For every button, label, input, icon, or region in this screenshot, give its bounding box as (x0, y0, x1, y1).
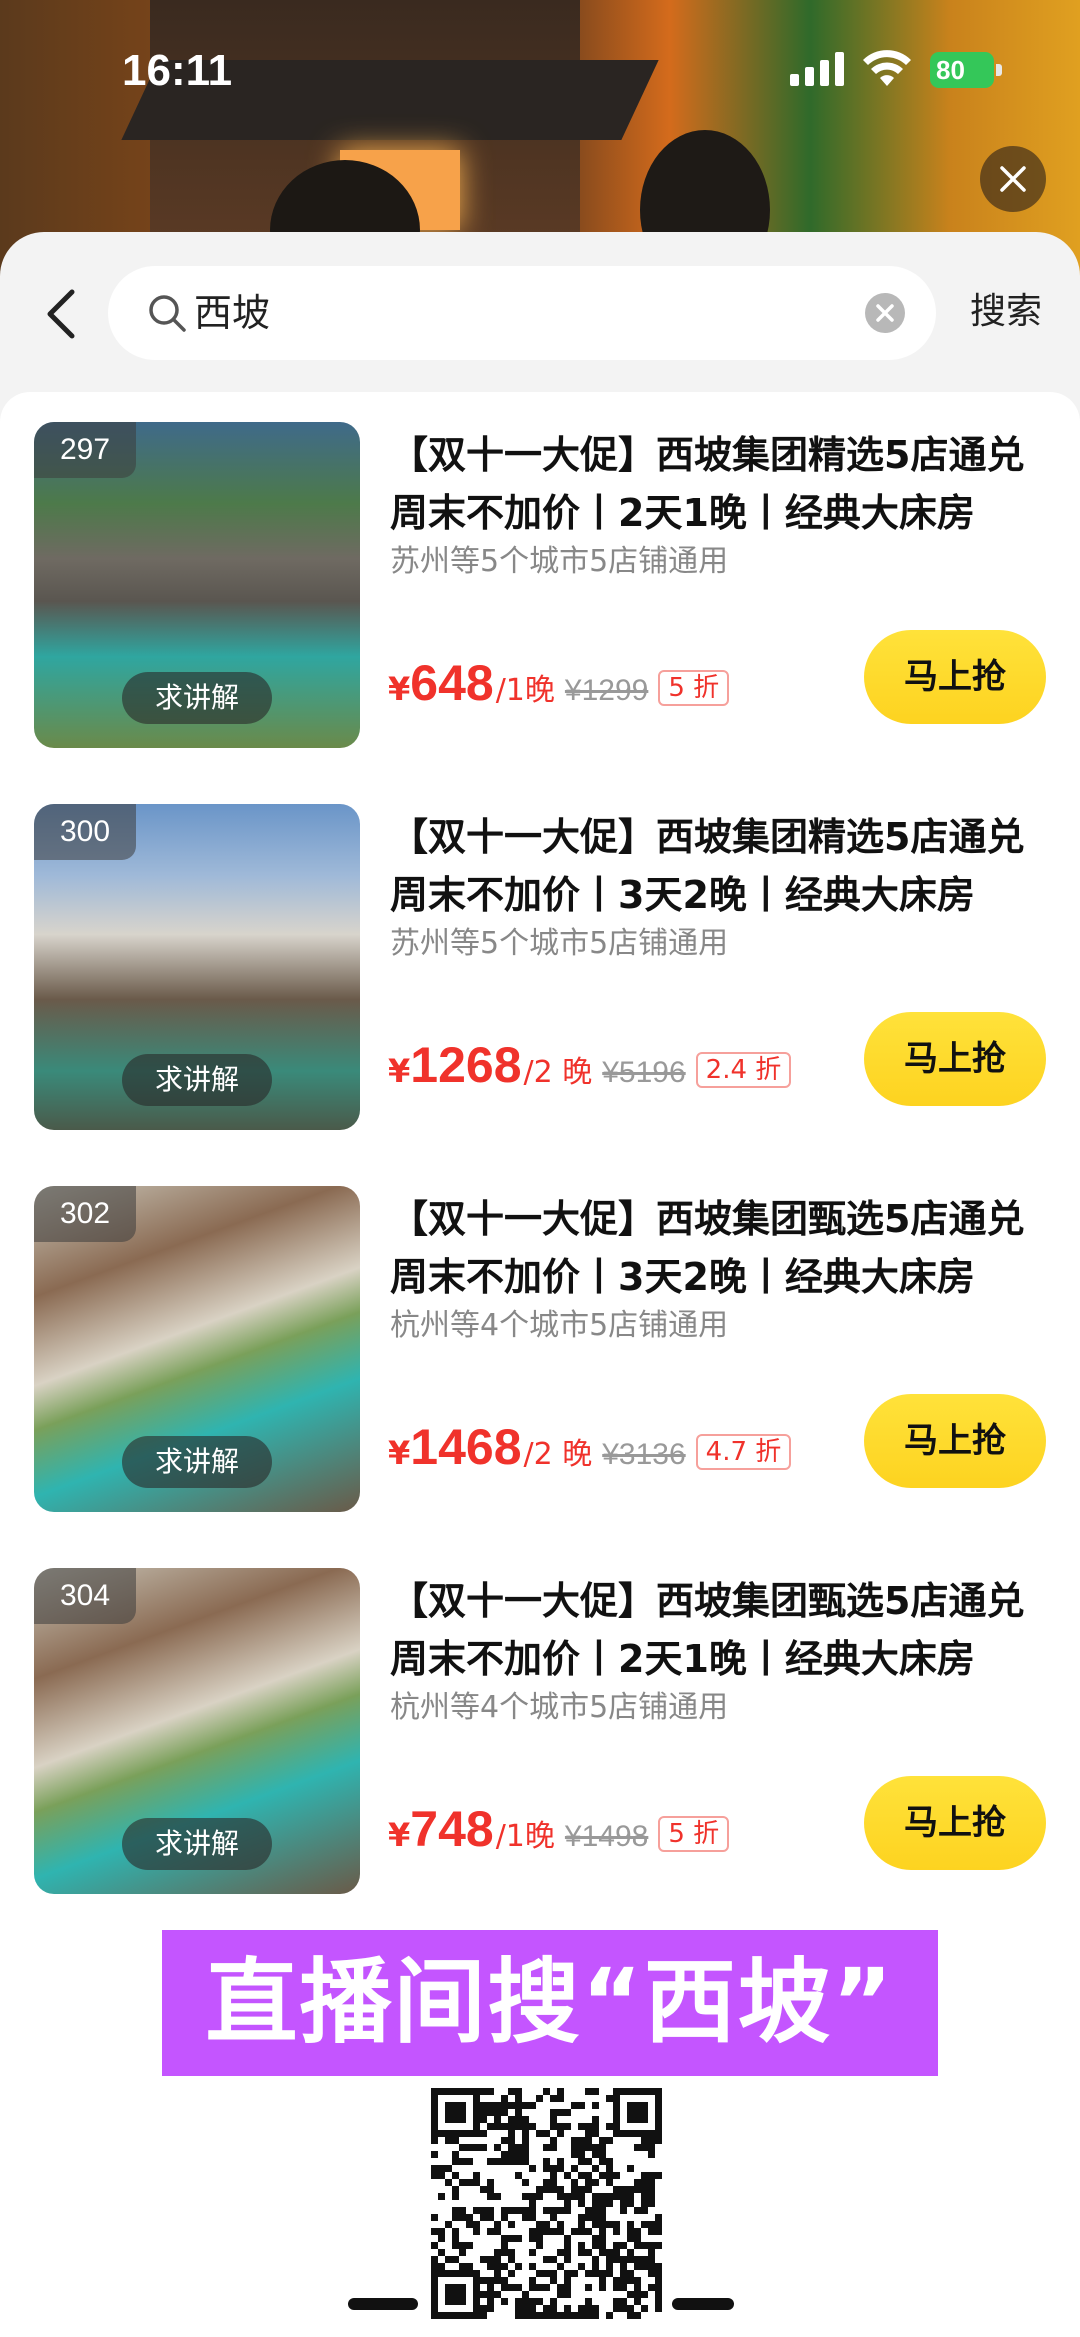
search-bar: 西坡 搜索 (0, 232, 1080, 392)
original-price: ¥3136 (602, 1438, 686, 1471)
promo-banner: 直播间搜“西坡” (162, 1930, 938, 2076)
wifi-icon (863, 50, 911, 86)
original-price: ¥5196 (602, 1056, 686, 1089)
product-thumbnail[interactable]: 300 求讲解 (34, 804, 360, 1130)
signal-icon (790, 52, 844, 86)
product-number-badge: 300 (34, 804, 136, 860)
home-indicator (348, 2298, 418, 2310)
product-item[interactable]: 304 求讲解 【双十一大促】西坡集团甄选5店通兑周末不加价丨2天1晚丨经典大床… (0, 1538, 1080, 1894)
status-time: 16:11 (122, 46, 233, 95)
qr-code (428, 2086, 666, 2322)
buy-now-button[interactable]: 马上抢 (864, 1394, 1046, 1488)
product-number-badge: 302 (34, 1186, 136, 1242)
status-bar: 16:11 80 (0, 0, 1080, 140)
product-number-badge: 304 (34, 1568, 136, 1624)
price: 748 (410, 1801, 494, 1857)
product-item[interactable]: 302 求讲解 【双十一大促】西坡集团甄选5店通兑周末不加价丨3天2晚丨经典大床… (0, 1156, 1080, 1512)
discount-badge: 4.7 折 (695, 1434, 792, 1470)
discount-badge: 2.4 折 (695, 1052, 792, 1088)
product-title[interactable]: 【双十一大促】西坡集团甄选5店通兑周末不加价丨2天1晚丨经典大床房 (390, 1572, 1050, 1688)
original-price: ¥1498 (564, 1820, 649, 1853)
request-explain-button[interactable]: 求讲解 (122, 1818, 272, 1870)
product-title[interactable]: 【双十一大促】西坡集团甄选5店通兑周末不加价丨3天2晚丨经典大床房 (390, 1190, 1050, 1306)
price: 1468 (410, 1419, 522, 1475)
clear-icon[interactable] (864, 292, 906, 334)
search-input[interactable]: 西坡 (108, 266, 936, 360)
product-number-badge: 297 (34, 422, 136, 478)
search-button[interactable]: 搜索 (970, 288, 1042, 336)
discount-badge: 5 折 (658, 670, 730, 706)
product-title[interactable]: 【双十一大促】西坡集团精选5店通兑周末不加价丨3天2晚丨经典大床房 (390, 808, 1050, 924)
price-row: ¥748/1晚 ¥1498 5 折 (388, 1800, 730, 1860)
price: 648 (410, 655, 494, 711)
product-subtitle: 杭州等4个城市5店铺通用 (390, 1690, 729, 1725)
price-row: ¥648/1晚 ¥1299 5 折 (388, 654, 730, 714)
qr-code-image (431, 2088, 662, 2319)
buy-now-button[interactable]: 马上抢 (864, 630, 1046, 724)
product-item[interactable]: 297 求讲解 【双十一大促】西坡集团精选5店通兑周末不加价丨2天1晚丨经典大床… (0, 392, 1080, 748)
home-indicator (672, 2298, 734, 2310)
product-subtitle: 杭州等4个城市5店铺通用 (390, 1308, 729, 1343)
buy-now-button[interactable]: 马上抢 (864, 1776, 1046, 1870)
battery-icon: 80 (930, 52, 1002, 88)
search-query: 西坡 (194, 291, 271, 335)
price: 1268 (410, 1037, 522, 1093)
product-thumbnail[interactable]: 302 求讲解 (34, 1186, 360, 1512)
price-row: ¥1468/2 晚 ¥3136 4.7 折 (388, 1418, 792, 1478)
buy-now-button[interactable]: 马上抢 (864, 1012, 1046, 1106)
request-explain-button[interactable]: 求讲解 (122, 1054, 272, 1106)
close-button[interactable] (980, 146, 1046, 212)
product-thumbnail[interactable]: 297 求讲解 (34, 422, 360, 748)
product-subtitle: 苏州等5个城市5店铺通用 (390, 926, 729, 961)
discount-badge: 5 折 (658, 1816, 730, 1852)
price-row: ¥1268/2 晚 ¥5196 2.4 折 (388, 1036, 792, 1096)
search-icon (149, 295, 186, 332)
back-icon[interactable] (38, 284, 88, 344)
battery-level: 80 (930, 52, 994, 88)
product-thumbnail[interactable]: 304 求讲解 (34, 1568, 360, 1894)
product-item[interactable]: 300 求讲解 【双十一大促】西坡集团精选5店通兑周末不加价丨3天2晚丨经典大床… (0, 774, 1080, 1130)
request-explain-button[interactable]: 求讲解 (122, 672, 272, 724)
product-title[interactable]: 【双十一大促】西坡集团精选5店通兑周末不加价丨2天1晚丨经典大床房 (390, 426, 1050, 542)
product-subtitle: 苏州等5个城市5店铺通用 (390, 544, 729, 579)
original-price: ¥1299 (564, 674, 649, 707)
close-icon (1000, 166, 1026, 192)
request-explain-button[interactable]: 求讲解 (122, 1436, 272, 1488)
